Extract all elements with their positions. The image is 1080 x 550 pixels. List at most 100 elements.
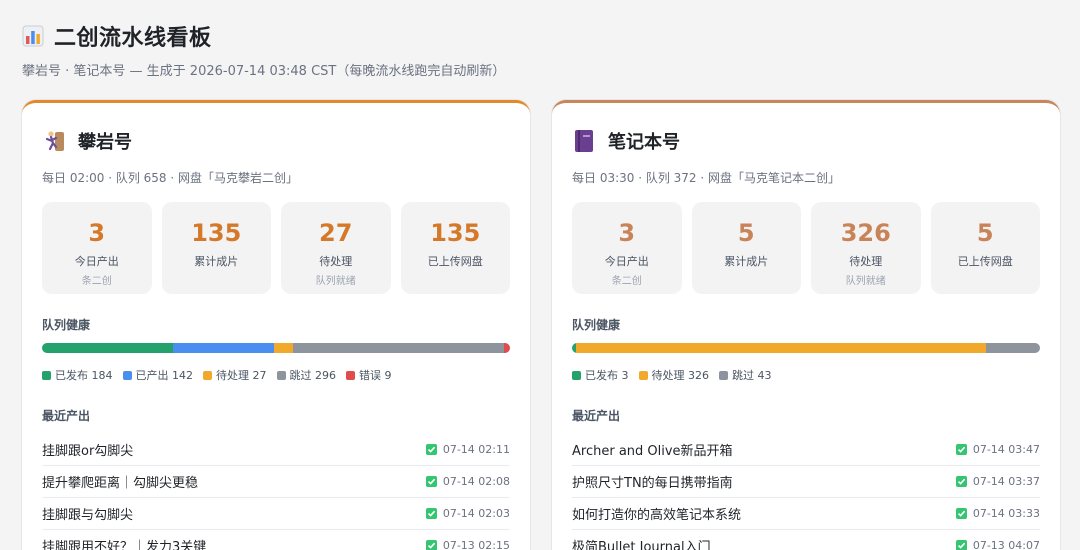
legend-item-pending: 待处理 27 [203,367,267,383]
item-title: 护照尺寸TN的每日携带指南 [572,476,733,491]
health-segment-pending [575,343,986,353]
stat-pending: 326 待处理 队列就绪 [811,202,921,294]
item-title: 挂脚跟用不好？｜发力3关键 [42,540,207,550]
stat-total-videos: 5 累计成片 [691,202,801,294]
stat-value: 3 [88,219,106,247]
queue-health-bar [42,343,510,353]
item-title: Archer and Olive新品开箱 [572,444,733,459]
legend-item-produced: 已产出 142 [122,367,194,383]
item-time: 07-14 02:11 [442,443,510,456]
stat-label: 今日产出 [74,255,119,268]
stat-value: 5 [976,219,994,247]
legend-swatch [572,370,581,380]
stat-value: 5 [737,219,755,247]
recent-output-label: 最近产出 [572,409,621,423]
stat-pending: 27 待处理 队列就绪 [281,202,391,294]
queue-health-bar [572,343,1040,353]
stats-row: 3 今日产出 条二创 5 累计成片 326 待处理 队列就绪 5 已上传网盘 [572,202,1040,294]
stat-label: 待处理 [849,255,883,268]
legend-label: 已发布 3 [585,369,629,382]
check-icon [955,508,967,519]
legend-item-error: 错误 9 [346,367,392,383]
legend-swatch [42,370,51,380]
queue-health-legend: 已发布 184 已产出 142 待处理 27 跳过 296 错误 9 [42,367,510,383]
page-title: 二创流水线看板 [54,26,212,51]
stat-sub: 条二创 [611,276,642,287]
card-header: 攀岩号 [42,125,510,157]
item-time: 07-14 02:03 [442,507,510,520]
health-segment-published [42,343,173,353]
item-time: 07-13 02:15 [442,539,510,550]
stat-value: 135 [191,219,242,247]
legend-swatch [276,370,286,380]
list-item[interactable]: 挂脚跟or勾脚尖 07-14 02:11 [42,434,510,466]
queue-health-label: 队列健康 [572,318,621,332]
check-icon [425,540,437,550]
stat-total-videos: 135 累计成片 [161,202,271,294]
legend-label: 跳过 296 [289,369,337,382]
item-title: 极简Bullet Journal入门 [572,540,711,550]
legend-swatch [203,370,212,380]
stat-today-output: 3 今日产出 条二创 [572,202,682,294]
list-item[interactable]: 提升攀爬距离｜勾脚尖更稳 07-14 02:08 [42,466,510,498]
stat-value: 3 [618,219,636,247]
legend-label: 跳过 43 [732,369,772,382]
health-segment-skipped [985,343,1040,353]
stat-value: 135 [430,219,481,247]
stat-sub: 条二创 [81,276,112,287]
stat-label: 已上传网盘 [957,255,1013,268]
notebook-icon [572,129,596,153]
legend-label: 错误 9 [359,369,392,382]
queue-health-legend: 已发布 3 待处理 326 跳过 43 [572,367,1040,383]
stat-sub: 队列就绪 [315,276,356,287]
card-title: 攀岩号 [78,132,132,153]
check-icon [425,476,437,487]
item-title: 提升攀爬距离｜勾脚尖更稳 [42,476,199,491]
list-item[interactable]: 挂脚跟用不好？｜发力3关键 07-13 02:15 [42,530,510,550]
health-segment-skipped [293,343,504,353]
stat-uploaded: 5 已上传网盘 [930,202,1040,294]
queue-health-label: 队列健康 [42,318,91,332]
card-grid: 攀岩号 每日 02:00 · 队列 658 · 网盘「马克攀岩二创」 3 今日产… [22,100,1060,550]
item-time: 07-14 03:37 [972,475,1040,488]
page-subtitle: 攀岩号 · 笔记本号 — 生成于 2026-07-14 03:48 CST（每晚… [22,64,506,79]
stat-label: 待处理 [319,255,353,268]
list-item[interactable]: Archer and Olive新品开箱 07-14 03:47 [572,434,1040,466]
stats-row: 3 今日产出 条二创 135 累计成片 27 待处理 队列就绪 135 已上传网… [42,202,510,294]
check-icon [955,476,967,487]
item-title: 如何打造你的高效笔记本系统 [572,508,742,523]
list-item[interactable]: 极简Bullet Journal入门 07-13 04:07 [572,530,1040,550]
stat-label: 累计成片 [194,255,239,268]
stat-today-output: 3 今日产出 条二创 [42,202,152,294]
stat-value: 326 [840,219,891,247]
check-icon [955,444,967,455]
legend-label: 待处理 27 [216,369,267,382]
card-climbing: 攀岩号 每日 02:00 · 队列 658 · 网盘「马克攀岩二创」 3 今日产… [22,100,530,550]
stat-uploaded: 135 已上传网盘 [400,202,510,294]
recent-output-list: 挂脚跟or勾脚尖 07-14 02:11 提升攀爬距离｜勾脚尖更稳 07-14 … [42,434,510,550]
legend-swatch [638,370,648,380]
dashboard-page: 二创流水线看板 攀岩号 · 笔记本号 — 生成于 2026-07-14 03:4… [0,0,1080,550]
legend-item-skipped: 跳过 43 [719,367,772,383]
legend-label: 已产出 142 [135,369,194,382]
recent-output-list: Archer and Olive新品开箱 07-14 03:47 护照尺寸TN的… [572,434,1040,550]
stat-label: 今日产出 [604,255,649,268]
legend-label: 待处理 326 [651,369,710,382]
stat-sub: 队列就绪 [845,276,886,287]
health-segment-pending [273,343,294,353]
legend-item-published: 已发布 3 [572,367,629,383]
item-time: 07-14 03:47 [972,443,1040,456]
legend-item-skipped: 跳过 296 [276,367,337,383]
item-title: 挂脚跟or勾脚尖 [42,444,134,459]
item-time: 07-14 02:08 [442,475,510,488]
list-item[interactable]: 如何打造你的高效笔记本系统 07-14 03:33 [572,498,1040,530]
legend-swatch [122,370,132,380]
list-item[interactable]: 护照尺寸TN的每日携带指南 07-14 03:37 [572,466,1040,498]
check-icon [425,508,437,519]
legend-label: 已发布 184 [55,369,113,382]
stat-label: 已上传网盘 [427,255,483,268]
check-icon [425,444,437,455]
item-time: 07-14 03:33 [972,507,1040,520]
stat-value: 27 [319,219,353,247]
list-item[interactable]: 挂脚跟与勾脚尖 07-14 02:03 [42,498,510,530]
